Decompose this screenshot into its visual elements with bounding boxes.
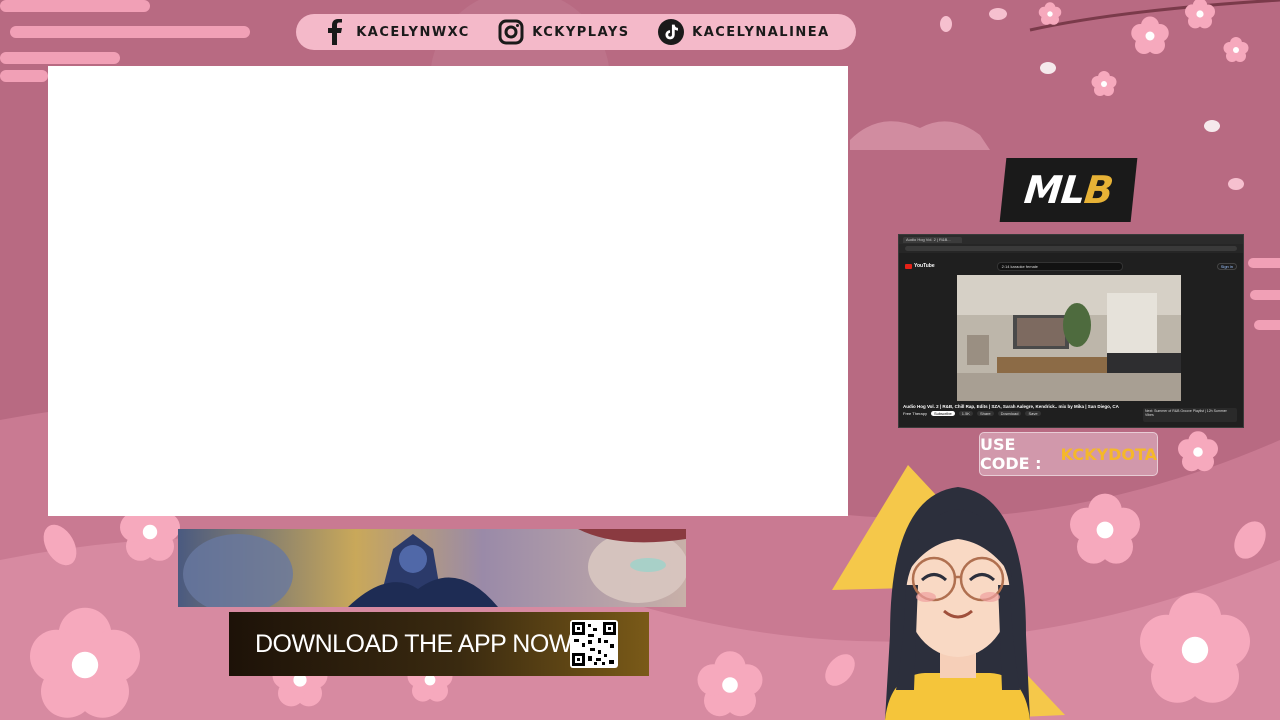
social-handle: KCKYPLAYS — [532, 24, 630, 40]
hero-artwork — [178, 529, 686, 607]
video-player[interactable] — [957, 275, 1181, 401]
game-banner — [178, 529, 686, 607]
share-button[interactable]: Share — [976, 411, 994, 416]
logo-text-main: ML — [1022, 168, 1087, 212]
social-tiktok[interactable]: KACELYNALINEA — [658, 19, 830, 45]
social-handle: KACELYNALINEA — [692, 24, 830, 40]
browser-window: Audio Hog Vol. 2 | R&B... YouTube 2:14 k… — [898, 234, 1244, 428]
up-next-card[interactable]: Next: Summer of R&B Groove Playlist | 12… — [1143, 408, 1237, 422]
browser-tab-bar: Audio Hog Vol. 2 | R&B... — [899, 235, 1243, 244]
download-button[interactable]: Download — [997, 411, 1022, 416]
qr-code-icon — [572, 622, 616, 666]
video-frame — [957, 275, 1181, 401]
url-field[interactable] — [905, 246, 1237, 251]
streamer-avatar — [832, 465, 1065, 720]
main-capture-panel — [48, 66, 848, 516]
social-bar: KACELYNWXC KCKYPLAYS KACELYNALINEA — [296, 14, 856, 50]
social-instagram[interactable]: KCKYPLAYS — [498, 19, 629, 45]
promo-code-value: KCKYDOTA — [1060, 444, 1157, 464]
save-button[interactable]: Save — [1025, 411, 1041, 416]
logo-text-accent: B — [1082, 168, 1115, 212]
social-handle: KACELYNWXC — [356, 24, 470, 40]
tiktok-icon — [658, 19, 685, 45]
youtube-logo[interactable]: YouTube — [905, 263, 935, 269]
social-facebook[interactable]: KACELYNWXC — [322, 19, 470, 45]
qr-code — [570, 620, 618, 668]
instagram-icon — [498, 19, 524, 45]
youtube-play-icon — [905, 263, 912, 269]
cta-text: DOWNLOAD THE APP NOW! — [255, 629, 579, 658]
download-app-banner[interactable]: DOWNLOAD THE APP NOW! — [229, 612, 649, 676]
sign-in-button[interactable]: Sign in — [1216, 262, 1237, 270]
like-button[interactable]: 1.5K — [958, 411, 973, 416]
youtube-search-input[interactable]: 2:14 karaoke female — [996, 261, 1123, 271]
subscribe-button[interactable]: Subscribe — [930, 411, 955, 416]
channel-name[interactable]: Free Therapy — [903, 411, 927, 416]
browser-url-bar — [899, 244, 1243, 253]
sponsor-logo: MLB — [999, 158, 1138, 222]
facebook-icon — [322, 19, 348, 45]
browser-tab[interactable]: Audio Hog Vol. 2 | R&B... — [903, 236, 962, 243]
youtube-header: YouTube 2:14 karaoke female Sign in — [899, 259, 1243, 273]
